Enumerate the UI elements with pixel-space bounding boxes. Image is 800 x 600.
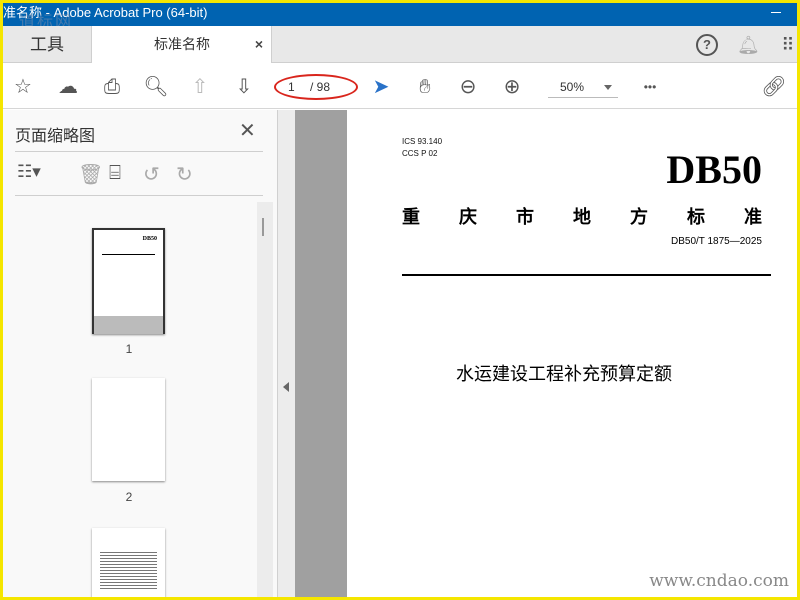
ccs-code: CCS P 02 — [402, 149, 438, 158]
panel-title: 页面缩略图 — [15, 128, 96, 145]
page-navigator: 1 / 98 — [274, 74, 358, 100]
page-thumbnail-2[interactable] — [92, 378, 165, 481]
more-tools-button[interactable]: ••• — [637, 74, 663, 100]
select-cursor-icon[interactable]: ➤ — [368, 74, 394, 100]
authority-char: 重 — [402, 207, 420, 227]
help-icon[interactable]: ? — [696, 34, 718, 56]
zoom-out-icon[interactable]: ⊖ — [455, 74, 481, 100]
authority-char: 市 — [516, 207, 534, 227]
collapse-arrow-icon[interactable] — [283, 382, 289, 392]
chevron-down-icon — [604, 85, 612, 90]
issuing-authority: 重 庆 市 地 方 标 准 — [402, 203, 762, 229]
tab-document-label: 标准名称 — [154, 36, 210, 52]
thumbnail-label: 1 — [125, 342, 133, 356]
close-tab-icon[interactable]: × — [255, 26, 263, 63]
bookmark-star-icon[interactable]: ☆ — [10, 74, 36, 100]
page-thumbnail-3[interactable] — [92, 528, 165, 597]
document-page: ICS 93.140 CCS P 02 DB50 重 庆 市 地 方 标 准 D… — [347, 110, 797, 597]
red-highlight-oval — [274, 74, 358, 100]
document-background — [295, 110, 347, 597]
thumbnail-options-icon[interactable]: ☷▾ — [17, 162, 41, 182]
close-panel-icon[interactable]: ✕ — [239, 118, 256, 143]
print-icon[interactable]: ⎙ — [99, 74, 125, 100]
ics-code: ICS 93.140 — [402, 137, 443, 146]
header-rule — [402, 274, 771, 276]
bell-icon[interactable]: 🔔︎ — [737, 34, 760, 56]
main-toolbar: ☆ ☁ ⎙ 🔍︎ ⇧ ⇩ 1 / 98 ➤ ✋︎ ⊖ ⊕ 50% ••• 🔗︎ — [3, 63, 797, 109]
authority-char: 庆 — [459, 207, 477, 227]
tab-document[interactable]: 标准名称 × — [92, 26, 272, 63]
site-watermark: www.cndao.com — [649, 571, 789, 591]
zoom-value: 50% — [560, 80, 585, 94]
authority-char: 方 — [630, 207, 648, 227]
authority-char: 标 — [687, 207, 705, 227]
authority-char: 地 — [573, 207, 591, 227]
thumbnail-label: 2 — [125, 490, 133, 504]
tab-bar: 工具 标准名称 × ? 🔔︎ ⠿ — [3, 26, 797, 63]
divider — [15, 195, 263, 196]
thumbnail-scrollbar[interactable] — [257, 202, 273, 597]
minimize-button[interactable] — [771, 12, 781, 13]
zoom-select[interactable]: 50% — [548, 76, 618, 98]
zoom-in-icon[interactable]: ⊕ — [499, 74, 525, 100]
previous-page-icon[interactable]: ⇧ — [187, 74, 213, 100]
divider — [15, 151, 263, 152]
title-bar: 准名称 - Adobe Acrobat Pro (64-bit) 道标网 — [3, 3, 797, 31]
page-thumbnails-panel: 页面缩略图 ✕ ☷▾ 🗑︎ ⌸ ↺ ↻ DB50 1 2 3 — [3, 110, 277, 597]
tab-tools[interactable]: 工具 — [3, 26, 92, 63]
rotate-right-icon[interactable]: ↻ — [176, 162, 193, 187]
standard-code: DB50/T 1875—2025 — [671, 236, 762, 247]
insert-page-icon[interactable]: ⌸ — [109, 162, 121, 185]
document-title: 水运建设工程补充预算定额 — [456, 364, 672, 384]
panel-collapse-handle[interactable] — [277, 110, 295, 597]
search-icon[interactable]: 🔍︎ — [143, 74, 169, 100]
cloud-upload-icon[interactable]: ☁ — [55, 74, 81, 100]
hand-tool-icon[interactable]: ✋︎ — [412, 74, 438, 100]
authority-char: 准 — [744, 207, 762, 227]
acrobat-window: 准名称 - Adobe Acrobat Pro (64-bit) 道标网 工具 … — [3, 3, 797, 597]
share-link-icon[interactable]: 🔗︎ — [761, 74, 787, 100]
next-page-icon[interactable]: ⇩ — [231, 74, 257, 100]
classification-codes: ICS 93.140 CCS P 02 — [402, 136, 442, 160]
rotate-left-icon[interactable]: ↺ — [143, 162, 160, 187]
apps-grid-icon[interactable]: ⠿ — [777, 34, 797, 56]
standard-logo: DB50 — [666, 147, 762, 192]
page-thumbnail-1[interactable]: DB50 — [92, 228, 165, 334]
delete-icon[interactable]: 🗑︎ — [78, 162, 103, 187]
